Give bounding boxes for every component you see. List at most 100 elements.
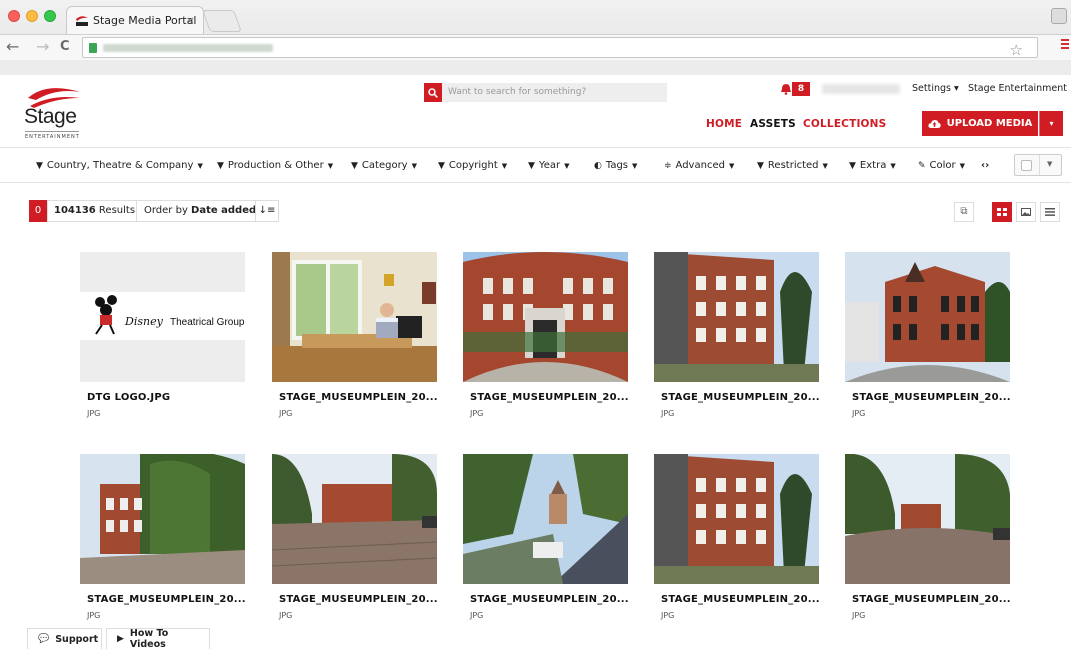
asset-thumbnail[interactable] xyxy=(272,252,437,382)
maximize-window-button[interactable] xyxy=(44,10,56,22)
asset-thumbnail[interactable] xyxy=(654,454,819,584)
asset-thumbnail[interactable]: Disney Theatrical Group xyxy=(80,252,245,382)
filter-scroll-arrows[interactable]: ‹› xyxy=(981,160,989,171)
profile-icon[interactable] xyxy=(1051,8,1067,24)
how-to-videos-button[interactable]: ▶ How To Videos xyxy=(106,628,210,650)
results-label: Results xyxy=(95,205,136,216)
caret-down-icon: ▼ xyxy=(728,161,735,170)
asset-thumbnail[interactable] xyxy=(80,454,245,584)
browser-toolbar: ← → C ☆ xyxy=(0,34,1071,60)
nav-assets[interactable]: ASSETS xyxy=(750,118,796,130)
asset-thumbnail[interactable] xyxy=(845,252,1010,382)
user-name-blurred[interactable] xyxy=(822,84,900,94)
asset-title[interactable]: STAGE_MUSEUMPLEIN_20... xyxy=(852,392,1011,403)
asset-thumbnail[interactable] xyxy=(654,252,819,382)
filter-restricted[interactable]: ▼ Restricted ▼ xyxy=(757,160,828,171)
filter-icon: ▼ xyxy=(36,160,43,171)
new-tab-button[interactable] xyxy=(201,10,243,32)
asset-title[interactable]: STAGE_MUSEUMPLEIN_20... xyxy=(661,392,820,403)
select-all-toggle[interactable]: ▼ xyxy=(1014,154,1062,176)
tab-title: Stage Media Portal xyxy=(93,14,197,27)
filter-category[interactable]: ▼ Category ▼ xyxy=(351,160,417,171)
copy-icon[interactable]: ⧉ xyxy=(954,202,974,222)
asset-type: JPG xyxy=(470,409,484,418)
bell-icon[interactable] xyxy=(780,83,792,95)
asset-card[interactable]: STAGE_MUSEUMPLEIN_20... JPG xyxy=(845,252,1011,418)
asset-thumbnail[interactable] xyxy=(463,454,628,584)
tab-close-icon[interactable]: × xyxy=(186,14,195,27)
filter-label: Category xyxy=(361,160,408,171)
grid-view-icon[interactable] xyxy=(992,202,1012,222)
search-input[interactable]: Want to search for something? xyxy=(442,83,667,102)
address-bar[interactable]: ☆ xyxy=(82,37,1038,59)
image-view-icon[interactable] xyxy=(1016,202,1036,222)
filter-color[interactable]: ✎ Color ▼ xyxy=(918,160,965,171)
sort-direction-button[interactable]: ↓≡ xyxy=(255,200,279,222)
nav-home[interactable]: HOME xyxy=(706,118,742,130)
asset-title[interactable]: STAGE_MUSEUMPLEIN_20... xyxy=(279,594,438,605)
filter-extra[interactable]: ▼ Extra ▼ xyxy=(849,160,896,171)
select-all-checkbox[interactable] xyxy=(1021,160,1032,171)
asset-title[interactable]: STAGE_MUSEUMPLEIN_20... xyxy=(661,594,820,605)
filter-icon: ▼ xyxy=(849,160,856,171)
filter-advanced[interactable]: ≑ Advanced ▼ xyxy=(664,160,734,171)
minimize-window-button[interactable] xyxy=(26,10,38,22)
reload-icon[interactable]: C xyxy=(60,38,70,56)
support-button[interactable]: 💬 Support xyxy=(27,628,102,649)
browser-tab[interactable]: Stage Media Portal × xyxy=(66,6,204,34)
upload-media-label: UPLOAD MEDIA xyxy=(946,118,1033,129)
bookmark-star-icon[interactable]: ☆ xyxy=(1010,41,1023,59)
asset-title[interactable]: STAGE_MUSEUMPLEIN_20... xyxy=(279,392,438,403)
asset-card[interactable]: STAGE_MUSEUMPLEIN_20... JPG xyxy=(463,454,629,620)
filter-label: Production & Other xyxy=(227,160,324,171)
filter-year[interactable]: ▼ Year ▼ xyxy=(528,160,569,171)
filter-icon: ▼ xyxy=(217,160,224,171)
search-icon xyxy=(428,87,438,98)
list-view-icon[interactable] xyxy=(1040,202,1060,222)
asset-card[interactable]: STAGE_MUSEUMPLEIN_20... JPG xyxy=(272,454,438,620)
asset-card[interactable]: STAGE_MUSEUMPLEIN_20... JPG xyxy=(845,454,1011,620)
filter-country[interactable]: ▼ Country, Theatre & Company ▼ xyxy=(36,160,203,171)
asset-type: JPG xyxy=(470,611,484,620)
asset-title[interactable]: STAGE_MUSEUMPLEIN_20... xyxy=(852,594,1011,605)
site-header: Stage ENTERTAINMENT Want to search for s… xyxy=(0,75,1071,147)
filter-tags[interactable]: ◐ Tags ▼ xyxy=(594,160,637,171)
settings-menu[interactable]: Settings ▾ xyxy=(912,83,959,94)
company-menu[interactable]: Stage Entertainment xyxy=(968,83,1067,94)
caret-down-icon[interactable]: ▼ xyxy=(1047,160,1052,168)
asset-thumbnail[interactable] xyxy=(845,454,1010,584)
filter-copyright[interactable]: ▼ Copyright ▼ xyxy=(438,160,507,171)
asset-title[interactable]: STAGE_MUSEUMPLEIN_20... xyxy=(470,392,629,403)
asset-thumbnail[interactable] xyxy=(272,454,437,584)
upload-media-button[interactable]: UPLOAD MEDIA xyxy=(922,111,1038,136)
close-window-button[interactable] xyxy=(8,10,20,22)
order-by-dropdown[interactable]: Order by Date added ▾ xyxy=(136,200,273,222)
eyedropper-icon: ✎ xyxy=(918,160,926,171)
stage-logo[interactable]: Stage ENTERTAINMENT xyxy=(24,86,86,144)
selected-count-badge[interactable]: 0 xyxy=(29,200,47,222)
asset-card[interactable]: Disney Theatrical Group DTG LOGO.JPG JPG xyxy=(80,252,245,418)
search-button[interactable] xyxy=(424,83,442,102)
asset-card[interactable]: STAGE_MUSEUMPLEIN_20... JPG xyxy=(463,252,629,418)
upload-options-caret[interactable]: ▾ xyxy=(1039,111,1063,136)
asset-card[interactable]: STAGE_MUSEUMPLEIN_20... JPG xyxy=(654,252,820,418)
asset-type: JPG xyxy=(279,611,293,620)
back-icon[interactable]: ← xyxy=(6,38,19,56)
asset-card[interactable]: STAGE_MUSEUMPLEIN_20... JPG xyxy=(654,454,820,620)
nav-collections[interactable]: COLLECTIONS xyxy=(803,118,886,130)
caret-down-icon: ▼ xyxy=(197,161,203,170)
asset-title[interactable]: STAGE_MUSEUMPLEIN_20... xyxy=(470,594,629,605)
asset-card[interactable]: STAGE_MUSEUMPLEIN_20... JPG xyxy=(80,454,246,620)
filter-production[interactable]: ▼ Production & Other ▼ xyxy=(217,160,333,171)
svg-text:Theatrical Group: Theatrical Group xyxy=(170,317,245,328)
asset-title[interactable]: STAGE_MUSEUMPLEIN_20... xyxy=(87,594,246,605)
notification-badge[interactable]: 8 xyxy=(792,82,810,96)
asset-title[interactable]: DTG LOGO.JPG xyxy=(87,392,170,403)
forward-icon[interactable]: → xyxy=(36,38,49,56)
asset-type: JPG xyxy=(661,409,675,418)
asset-thumbnail[interactable] xyxy=(463,252,628,382)
caret-down-icon: ▼ xyxy=(411,161,417,170)
bookmarks-bar xyxy=(0,60,1071,75)
asset-card[interactable]: STAGE_MUSEUMPLEIN_20... JPG xyxy=(272,252,438,418)
browser-menu-icon[interactable] xyxy=(1061,39,1069,51)
